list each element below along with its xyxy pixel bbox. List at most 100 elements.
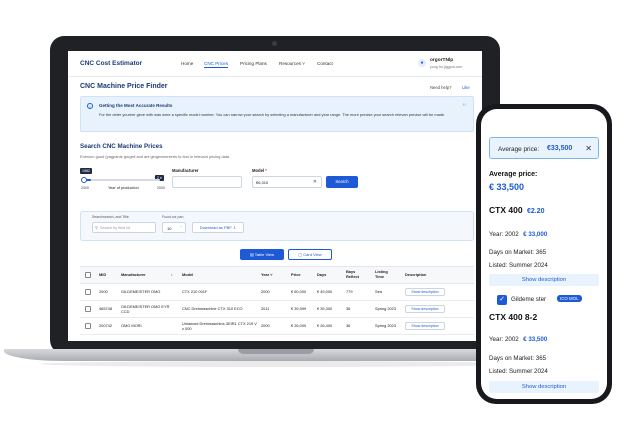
col-price[interactable]: Price xyxy=(291,266,301,284)
table-row[interactable]: 200742 OMG MORI Unlanced Drehmaschine-3E… xyxy=(80,318,474,335)
sort-icon[interactable]: ↕ xyxy=(171,266,173,284)
chip-label: Average price: xyxy=(498,146,540,153)
clear-icon[interactable]: ✕ xyxy=(313,179,317,185)
cell-mid: 2000 xyxy=(99,289,108,295)
year-label: Year of production xyxy=(108,186,139,190)
card-checkbox[interactable]: ✓ xyxy=(497,295,507,305)
nav-link-contact[interactable]: Contact xyxy=(317,61,333,66)
table-row[interactable]: 465748 GILDEMEISTER OMG EYR CCD CNC Dreh… xyxy=(80,301,474,318)
days-line: Days on Market: 365 xyxy=(489,249,547,256)
col-listing[interactable]: Listing Time xyxy=(375,266,397,284)
card-view-button[interactable]: ▢ Card View xyxy=(288,249,332,260)
per-page-label: Fsout cor pan xyxy=(162,215,184,219)
table-search-label: Searchsearch, and Title xyxy=(92,215,129,219)
listed-line: Listed: Summer 2024 xyxy=(489,368,548,375)
info-body: For the deter youreer geve with was were… xyxy=(99,112,446,117)
row-checkbox[interactable] xyxy=(85,289,91,295)
collapse-icon[interactable]: ‹‹ xyxy=(463,102,466,108)
cell-bays: 36 xyxy=(346,323,351,329)
cell-days: € 26,400 xyxy=(317,323,333,329)
desktop-screen: CNC Cost Estimator Home CNC Prices Prici… xyxy=(68,51,482,341)
top-nav: CNC Cost Estimator Home CNC Prices Prici… xyxy=(68,51,482,77)
show-description-button[interactable]: Show description xyxy=(405,322,445,330)
col-mid[interactable]: MID xyxy=(99,266,106,284)
col-bays[interactable]: Bays Reflect xyxy=(346,266,364,284)
show-description-button[interactable]: Show description xyxy=(489,381,599,393)
camera-icon xyxy=(272,41,277,46)
days-line: Days on Market: 365 xyxy=(489,355,547,362)
brand-logo[interactable]: CNC Cost Estimator xyxy=(80,60,142,67)
table-search-input[interactable]: ⚲ Search by field lot xyxy=(92,222,156,233)
cell-listing: Sea xyxy=(375,289,382,295)
cell-listing: Spring 2023 xyxy=(375,323,396,329)
cell-price: € 39,999 xyxy=(291,306,307,312)
laptop-shadow xyxy=(40,361,520,367)
cell-price: € 60,000 xyxy=(291,289,307,295)
year-slider-thumb[interactable] xyxy=(81,176,87,183)
cell-days: € 49,000 xyxy=(317,289,333,295)
model-label: Model * xyxy=(252,168,267,173)
show-description-button[interactable]: Show description xyxy=(405,288,445,296)
page-title: CNC Machine Price Finder xyxy=(80,83,168,90)
show-description-button[interactable]: Show description xyxy=(489,274,599,286)
per-page-select[interactable]: 10 ˇ xyxy=(162,222,186,233)
cell-price: € 26,000 xyxy=(291,323,307,329)
col-year[interactable]: Year ˅ xyxy=(261,266,273,284)
user-name[interactable]: orgorTNlp xyxy=(430,58,453,63)
cell-bays: 36 xyxy=(346,306,351,312)
year-from-chip: 1982 xyxy=(80,168,92,174)
user-icon[interactable]: ● xyxy=(418,59,426,67)
year-slider-track[interactable] xyxy=(82,179,160,181)
table-view-button[interactable]: ▤ Table View xyxy=(240,249,284,260)
col-manufacturer[interactable]: Manufacturer xyxy=(121,266,146,284)
search-section-title: Search CNC Machine Prices xyxy=(80,143,163,150)
listed-line: Listed: Summer 2024 xyxy=(489,262,548,269)
search-icon: ⚲ xyxy=(95,225,98,230)
manufacturer-field[interactable] xyxy=(172,176,242,188)
row-checkbox[interactable] xyxy=(85,306,91,312)
model-value: €6,310 xyxy=(256,180,269,185)
nav-link-pricing-plans[interactable]: Pricing Plans xyxy=(240,61,267,66)
close-icon[interactable]: ✕ xyxy=(585,144,592,153)
average-price-chip[interactable]: Average price: €33,500 ✕ xyxy=(489,137,599,159)
year-line: Year: 2002 € 33,000 xyxy=(489,231,548,238)
cell-listing: Spring 2023 xyxy=(375,306,396,312)
search-section-subtitle: Enenum good (pagpants grugell and ant gi… xyxy=(80,154,231,159)
year-min-label: 2000 xyxy=(81,186,89,190)
card-model: CTX 400 8-2 xyxy=(489,312,538,322)
info-icon: i xyxy=(87,103,93,109)
mobile-screen: Average price: €33,500 ✕ Average price: … xyxy=(481,109,607,399)
cell-year: 2011 xyxy=(261,306,270,312)
download-pdf-button[interactable]: Download as PBF ⇩ xyxy=(192,222,244,233)
model-badge: ICO MOL xyxy=(557,295,582,302)
model-field[interactable]: €6,310 ✕ xyxy=(252,176,322,188)
search-button[interactable]: Search xyxy=(326,176,358,188)
cell-manufacturer: GILDEMEISTER OMG EYR CCD xyxy=(121,303,170,314)
col-days[interactable]: Days xyxy=(317,266,326,284)
avg-label: Average price: xyxy=(489,171,538,178)
nav-link-home[interactable]: Home xyxy=(181,61,193,66)
cell-manufacturer: OMG MORI xyxy=(121,323,142,329)
nav-link-resources[interactable]: Resources ˅ xyxy=(279,61,305,66)
info-title: Getting the Most Accurate Results xyxy=(99,103,173,108)
cell-model: CTX 210 001F xyxy=(182,289,208,295)
cell-days: € 39,300 xyxy=(317,306,333,312)
col-model[interactable]: Model xyxy=(182,266,193,284)
avg-value: € 33,500 xyxy=(489,182,525,192)
cell-mid: 465748 xyxy=(99,306,112,312)
cell-model: CNC Drehmaschine CTX 310 ECO xyxy=(182,306,243,312)
col-description[interactable]: Description xyxy=(405,266,426,284)
nav-link-cnc-prices[interactable]: CNC Prices xyxy=(204,61,228,68)
row-checkbox[interactable] xyxy=(85,323,91,329)
cell-mid: 200742 xyxy=(99,323,112,329)
model-line: CTX 400 €2.20 xyxy=(489,205,545,215)
table-row[interactable]: 2000 GILDEMEISTER OMG CTX 210 001F 2000 … xyxy=(80,284,474,301)
cell-bays: 779 xyxy=(346,289,353,295)
show-description-button[interactable]: Show description xyxy=(405,305,445,313)
cell-manufacturer: GILDEMEISTER OMG xyxy=(121,289,161,295)
user-email: yuug fro.jiggpot.com xyxy=(430,65,463,69)
help-link[interactable]: Like xyxy=(462,85,470,90)
select-all-checkbox[interactable] xyxy=(85,272,91,278)
mobile-card-1: Average price: € 33,500 CTX 400 €2.20 Ye… xyxy=(489,171,599,286)
manufacturer-label: Manufacturer xyxy=(172,168,199,173)
